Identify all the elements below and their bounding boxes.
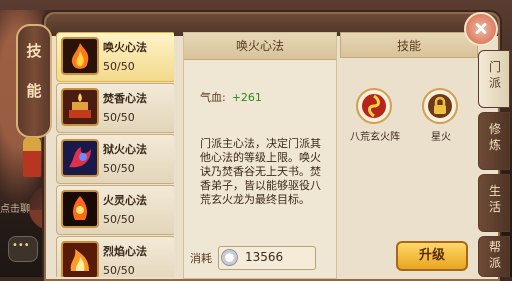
incense-altar-icon: [61, 88, 99, 126]
banner-tassel: [23, 137, 41, 177]
skill-name: 狱火心法: [103, 143, 147, 156]
skill-banner: 技 能: [16, 24, 52, 138]
skill-item[interactable]: 唤火心法 50/50: [56, 32, 174, 82]
skill-item[interactable]: 火灵心法 50/50: [56, 185, 174, 235]
upgrade-button[interactable]: 升级: [396, 241, 468, 271]
skill-name: 火灵心法: [103, 194, 147, 207]
detail-title: 唤火心法: [184, 33, 336, 60]
tab-guild[interactable]: 帮 派: [478, 236, 510, 277]
silver-coin-icon: [221, 249, 238, 266]
tab-label: 帮 派: [488, 240, 501, 270]
cost-value: 13566: [245, 250, 284, 264]
hellfire-claw-icon: [61, 139, 99, 177]
locked-icon[interactable]: [422, 88, 458, 124]
tab-label: 修 炼: [488, 122, 501, 152]
sub-skills-panel: 技能 八荒玄火阵 星火: [340, 32, 478, 192]
skill-level: 50/50: [103, 162, 135, 175]
banner-char-2: 能: [26, 82, 42, 100]
sub-skill-label: 星火: [431, 132, 451, 143]
stat-line: 气血: +261: [200, 89, 262, 105]
tab-life[interactable]: 生 活: [478, 174, 510, 232]
skill-level: 50/50: [103, 60, 135, 73]
skill-detail: 唤火心法 气血: +261 门派主心法，决定门派其他心法的等级上限。唤火诀乃焚香谷…: [183, 32, 337, 279]
cost-box: 13566: [218, 246, 316, 270]
skill-item[interactable]: 焚香心法 50/50: [56, 83, 174, 133]
stat-label: 气血:: [200, 91, 226, 104]
tab-sect[interactable]: 门 派: [478, 50, 510, 108]
skill-name: 唤火心法: [103, 41, 147, 54]
skill-level: 50/50: [103, 264, 135, 277]
skill-level: 50/50: [103, 111, 135, 124]
cost-label: 消耗: [190, 252, 212, 265]
skill-item[interactable]: 烈焰心法 50/50: [56, 236, 174, 277]
close-icon[interactable]: [464, 12, 498, 46]
skill-name: 焚香心法: [103, 92, 147, 105]
flame-swirl-icon[interactable]: [356, 88, 392, 124]
tab-label: 生 活: [488, 184, 501, 214]
skill-item[interactable]: 狱火心法 50/50: [56, 134, 174, 184]
skill-name: 烈焰心法: [103, 245, 147, 258]
tab-label: 门 派: [488, 60, 501, 90]
chat-bubble-icon[interactable]: [8, 236, 38, 262]
fire-spirit-icon: [61, 190, 99, 228]
stat-value: +261: [231, 91, 262, 104]
banner-char-1: 技: [26, 42, 42, 60]
sub-skill-label: 八荒玄火阵: [350, 132, 400, 143]
tab-cultivate[interactable]: 修 炼: [478, 112, 510, 170]
skill-level: 50/50: [103, 213, 135, 226]
sub-skills-title: 技能: [340, 32, 478, 58]
skill-list: 唤火心法 50/50 焚香心法 50/50 狱火心法 50/50 火灵心法 50…: [56, 32, 174, 277]
blazing-flame-icon: [61, 241, 99, 277]
chat-hint-text: 点击聊: [0, 204, 30, 215]
skill-description: 门派主心法，决定门派其他心法的等级上限。唤火诀乃焚香谷无上天书。焚香弟子，皆以能…: [200, 137, 321, 206]
fire-wave-icon: [61, 37, 99, 75]
